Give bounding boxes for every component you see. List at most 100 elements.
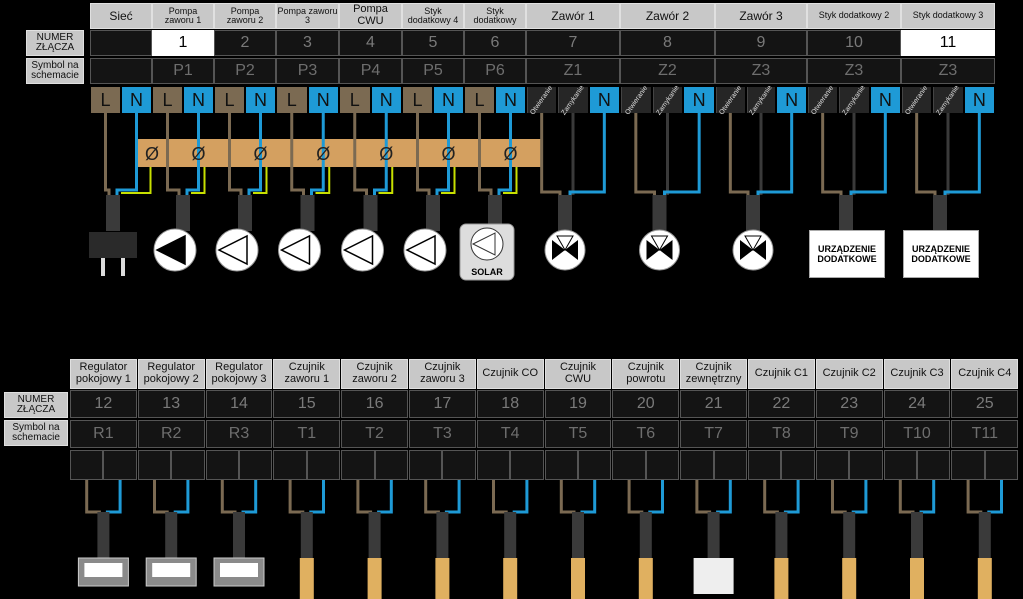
- bottom-column-header: Czujnik zaworu 2: [341, 359, 408, 389]
- terminal-control-label: Zamykanie: [841, 83, 868, 117]
- bottom-schematic-symbol: T1: [273, 420, 341, 448]
- terminal-control-label: Otwieranie: [623, 84, 649, 116]
- bottom-schematic-symbol: R2: [137, 420, 205, 448]
- pump-icon: [403, 228, 447, 272]
- pump-icon: [278, 228, 321, 272]
- top-schematic-symbol: P5: [402, 58, 464, 84]
- neutral-wire: [943, 113, 981, 195]
- plug-pin: [101, 258, 105, 276]
- top-column-header: Zawór 3: [715, 3, 807, 29]
- neutral-wire: [849, 113, 887, 195]
- top-column-header: Zawór 2: [620, 3, 715, 29]
- bottom-column-header: Czujnik C4: [951, 359, 1019, 389]
- bottom-terminal: [510, 450, 544, 480]
- bottom-terminal: [748, 450, 782, 480]
- bottom-column-header: Regulator pokojowy 2: [137, 359, 205, 389]
- top-schematic-symbol: Z3: [807, 58, 901, 84]
- top-column-header: Pompa CWU: [339, 3, 402, 29]
- terminal-neutral: N: [870, 87, 900, 113]
- terminal-control: Otwieranie: [808, 84, 838, 116]
- top-schematic-symbol: P3: [276, 58, 339, 84]
- terminal-neutral: N: [308, 87, 338, 113]
- bottom-schematic-symbol: T5: [544, 420, 612, 448]
- plug-pin: [121, 258, 125, 276]
- terminal-control: Zamykanie: [933, 83, 963, 117]
- sensor-cable: [572, 512, 584, 560]
- bottom-terminal: [815, 450, 850, 480]
- bottom-terminal: [476, 450, 511, 480]
- fuse-symbol: Ø: [379, 144, 393, 164]
- terminal-control: Zamykanie: [558, 84, 588, 116]
- terminal-neutral: N: [434, 87, 463, 113]
- bottom-terminal: [883, 450, 917, 480]
- bottom-connector-number: 22: [748, 390, 815, 418]
- bottom-schematic-symbol: T8: [748, 420, 815, 448]
- bottom-terminal: [612, 450, 646, 480]
- sensor-cable: [504, 512, 517, 560]
- top-column-header: Pompa zaworu 3: [276, 3, 339, 29]
- bottom-terminal: [984, 450, 1019, 480]
- bottom-terminal: [578, 450, 612, 480]
- fuse-symbol: Ø: [441, 144, 455, 164]
- top-schematic-symbol: Z3: [715, 58, 807, 84]
- bottom-schematic-symbol: R1: [70, 420, 137, 448]
- terminal-live: L: [215, 87, 244, 113]
- bottom-connector-number: 25: [951, 390, 1019, 418]
- terminal-control-label: Otwieranie: [904, 84, 930, 116]
- bottom-column-header: Czujnik zewnętrzny: [680, 359, 747, 389]
- bottom-connector-number: 23: [815, 390, 883, 418]
- terminal-live: L: [465, 87, 494, 113]
- bottom-terminal: [951, 450, 985, 480]
- bottom-connector-number: 19: [544, 390, 612, 418]
- terminal-control: Zamykanie: [839, 83, 869, 117]
- cable: [238, 195, 252, 231]
- open-wire: [634, 113, 656, 195]
- top-connector-number: 2: [214, 30, 276, 56]
- temperature-sensor-probe: [503, 558, 518, 599]
- bottom-connector-number: 20: [612, 390, 680, 418]
- open-wire: [728, 113, 750, 195]
- bottom-connector-number: 16: [341, 390, 408, 418]
- top-connector-number: 11: [901, 30, 995, 56]
- cable: [839, 195, 853, 231]
- solar-label: SOLAR: [471, 267, 503, 277]
- cable: [746, 195, 760, 231]
- solar-pump-circle: [470, 227, 504, 261]
- open-wire: [540, 113, 562, 195]
- sensor-cable: [707, 512, 720, 560]
- sensor-cable: [300, 512, 313, 560]
- top-schematic-symbol: Z2: [620, 58, 715, 84]
- additional-device-box: URZĄDZENIE DODATKOWE: [903, 230, 979, 278]
- top-column-header: Styk dodatkowy 2: [807, 3, 901, 29]
- bottom-number-row-label: NUMER ZŁĄCZA: [4, 392, 68, 418]
- terminal-neutral: N: [496, 87, 525, 113]
- terminal-neutral: N: [184, 87, 213, 113]
- top-schematic-symbol: P4: [339, 58, 402, 84]
- sensor-cable: [775, 512, 788, 560]
- top-connector-number: 10: [807, 30, 901, 56]
- bottom-terminal: [713, 450, 747, 480]
- bottom-symbol-row-label: Symbol na schemacie: [4, 420, 68, 446]
- terminal-control: Otwieranie: [621, 84, 651, 116]
- bottom-terminal: [917, 450, 951, 480]
- bottom-terminal: [781, 450, 815, 480]
- bottom-column-header: Czujnik powrotu: [612, 359, 680, 389]
- temperature-sensor-probe: [435, 558, 450, 599]
- top-schematic-symbol: P1: [152, 58, 214, 84]
- sensor-cable: [843, 512, 856, 560]
- terminal-neutral: N: [246, 87, 275, 113]
- top-connector-number: [90, 30, 152, 56]
- top-schematic-symbol: Z3: [901, 58, 995, 84]
- terminal-control-label: Zamykanie: [935, 83, 962, 117]
- pump-icon: [215, 228, 259, 272]
- fuse-symbol: Ø: [503, 144, 517, 164]
- temperature-sensor-probe: [910, 558, 924, 599]
- bottom-terminal: [645, 450, 680, 480]
- bottom-terminal: [442, 450, 476, 480]
- bottom-connector-number: 13: [137, 390, 205, 418]
- neutral-wire: [663, 113, 701, 195]
- bottom-schematic-symbol: T2: [341, 420, 408, 448]
- terminal-control: Otwieranie: [716, 84, 745, 116]
- terminal-neutral: N: [122, 87, 151, 113]
- bottom-terminal: [306, 450, 341, 480]
